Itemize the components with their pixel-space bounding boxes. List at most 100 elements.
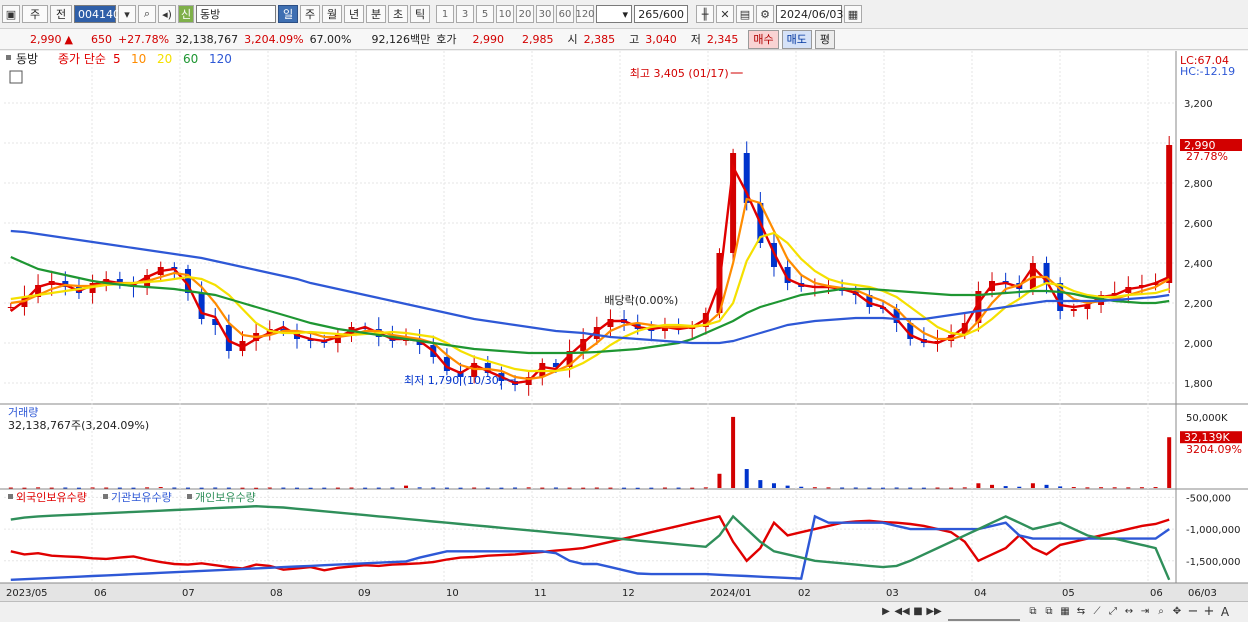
search-icon[interactable]: ⌕ bbox=[138, 5, 156, 23]
zoom-out-icon[interactable]: − bbox=[1186, 604, 1200, 619]
volume-bar bbox=[921, 487, 926, 489]
volume-bar bbox=[744, 469, 749, 488]
volume-bar bbox=[594, 487, 599, 489]
volume-bar bbox=[881, 487, 885, 489]
chevron-down-icon[interactable]: ▾ bbox=[118, 5, 136, 23]
name-input[interactable]: 동방 bbox=[196, 5, 276, 23]
text-tool-icon[interactable]: A bbox=[1218, 604, 1232, 619]
volume-bar bbox=[213, 487, 218, 489]
ruler-icon[interactable]: ⇥ bbox=[1138, 604, 1152, 619]
volume-bar bbox=[417, 487, 422, 489]
low-value: 2,345 bbox=[706, 32, 739, 46]
date-input[interactable]: 2024/06/03 bbox=[776, 5, 843, 23]
volume-bar bbox=[376, 487, 381, 489]
volume-bar bbox=[908, 487, 913, 489]
table-toggle-icon[interactable] bbox=[9, 70, 23, 84]
calendar-icon[interactable]: ▦ bbox=[844, 5, 862, 23]
high-label: 고 bbox=[629, 33, 640, 46]
code-input[interactable]: 004140 bbox=[74, 5, 120, 23]
sell-button[interactable]: 매도 bbox=[781, 29, 812, 49]
tab-period-5[interactable]: 초 bbox=[388, 5, 408, 23]
zoom-in-icon[interactable]: + bbox=[1202, 604, 1216, 619]
candle-body bbox=[7, 307, 14, 308]
window-icon[interactable]: ▣ bbox=[2, 5, 20, 23]
flow-legend-marker bbox=[103, 494, 108, 499]
tab-period-1[interactable]: 주 bbox=[300, 5, 320, 23]
open-label: 시 bbox=[567, 33, 578, 46]
volume-bar bbox=[431, 487, 436, 489]
speaker-icon[interactable]: ◂) bbox=[158, 5, 176, 23]
y-tick-label-3: 2,400 bbox=[1184, 259, 1213, 270]
forward-icon[interactable]: ▶▶ bbox=[926, 604, 941, 619]
interval-custom-select[interactable]: ▾ bbox=[596, 5, 632, 23]
chart-area[interactable]: 2023/05 06 07 08 09 10 11 12 2024/01 02 03 04 05 06 06… bbox=[0, 51, 1248, 601]
period-icon[interactable]: ⇆ bbox=[1074, 604, 1088, 619]
buy-button[interactable]: 매수 bbox=[748, 29, 779, 49]
volume-bar bbox=[499, 487, 504, 489]
flow-legend-marker bbox=[187, 494, 192, 499]
x-tick-label-10: 03 bbox=[886, 588, 899, 599]
volume-bar bbox=[1099, 487, 1104, 489]
settings-icon[interactable]: ⚙ bbox=[756, 5, 774, 23]
volume-bar bbox=[1003, 486, 1008, 488]
change-rate: +27.78% bbox=[117, 32, 170, 46]
stock-chart[interactable]: 2023/05 06 07 08 09 10 11 12 2024/01 02 03 04 05 06 06… bbox=[0, 51, 1248, 601]
tab-period-2[interactable]: 월 bbox=[322, 5, 342, 23]
tab-interval-120[interactable]: 120 bbox=[575, 5, 595, 23]
y-tick-label-1: 2,000 bbox=[1184, 339, 1213, 350]
volume-bar bbox=[104, 487, 109, 489]
move-icon[interactable]: ✥ bbox=[1170, 604, 1184, 619]
rewind-icon[interactable]: ◀◀ bbox=[894, 604, 909, 619]
volume-bar bbox=[894, 487, 899, 489]
current-price: 2,990 bbox=[30, 32, 62, 46]
play-icon[interactable]: ▶ bbox=[880, 604, 892, 619]
tab-interval-3[interactable]: 3 bbox=[456, 5, 474, 23]
volume-bar bbox=[1139, 487, 1144, 489]
legend-prefix: 종가 단순 bbox=[58, 52, 106, 66]
open-value: 2,385 bbox=[583, 32, 616, 46]
grid-icon[interactable]: ▦ bbox=[1058, 604, 1072, 619]
volume-bar bbox=[49, 487, 54, 489]
scope-select[interactable]: 전 bbox=[50, 5, 72, 23]
x-tick-label-12: 05 bbox=[1062, 588, 1075, 599]
legend-ma-20: 20 bbox=[157, 52, 172, 66]
stop-icon[interactable]: ■ bbox=[912, 604, 924, 619]
draw-icon[interactable]: ⟋ bbox=[1090, 604, 1104, 619]
y-tick-label-4: 2,600 bbox=[1184, 219, 1213, 230]
split-icon[interactable]: ⧉ bbox=[1042, 604, 1056, 619]
flow-tick-label-0: -500,000 bbox=[1186, 493, 1231, 504]
volume-bar bbox=[676, 487, 681, 489]
flow-tick-label-1: -1,000,000 bbox=[1186, 525, 1241, 536]
volume-bar bbox=[853, 487, 858, 489]
magnifier-icon[interactable]: ⌕ bbox=[1154, 604, 1168, 619]
tab-period-3[interactable]: 년 bbox=[344, 5, 364, 23]
tab-interval-1[interactable]: 1 bbox=[436, 5, 454, 23]
count-input[interactable]: 265/600 bbox=[634, 5, 688, 23]
volume-bar bbox=[867, 487, 872, 489]
tab-period-0[interactable]: 일 bbox=[278, 5, 298, 23]
average-button[interactable]: 평 bbox=[814, 29, 835, 49]
tab-interval-10[interactable]: 10 bbox=[496, 5, 514, 23]
tab-interval-5[interactable]: 5 bbox=[476, 5, 494, 23]
volume-bar bbox=[8, 487, 13, 489]
candle-type-icon[interactable]: ╫ bbox=[696, 5, 714, 23]
tab-period-6[interactable]: 틱 bbox=[410, 5, 430, 23]
tab-interval-20[interactable]: 20 bbox=[516, 5, 534, 23]
tab-interval-30[interactable]: 30 bbox=[536, 5, 554, 23]
market-type-select[interactable]: 주 bbox=[22, 5, 48, 23]
flow-tick-label-2: -1,500,000 bbox=[1186, 557, 1241, 568]
volume-bar bbox=[690, 487, 695, 489]
trend-icon[interactable]: ⤢ bbox=[1106, 604, 1120, 619]
crosshair-icon[interactable]: ✕ bbox=[716, 5, 734, 23]
annotation-dividend: 배당락(0.00%) bbox=[604, 294, 678, 307]
tab-period-4[interactable]: 분 bbox=[366, 5, 386, 23]
save-icon[interactable]: ▤ bbox=[736, 5, 754, 23]
y-tick-label-0: 1,800 bbox=[1184, 379, 1213, 390]
tab-interval-60[interactable]: 60 bbox=[556, 5, 574, 23]
scroll-slider[interactable] bbox=[948, 604, 1020, 621]
layout-icon[interactable]: ⧉ bbox=[1026, 604, 1040, 619]
count-max: /600 bbox=[659, 7, 684, 21]
volume-bar bbox=[1126, 487, 1131, 489]
candle-body bbox=[1166, 145, 1173, 283]
measure-icon[interactable]: ↔ bbox=[1122, 604, 1136, 619]
